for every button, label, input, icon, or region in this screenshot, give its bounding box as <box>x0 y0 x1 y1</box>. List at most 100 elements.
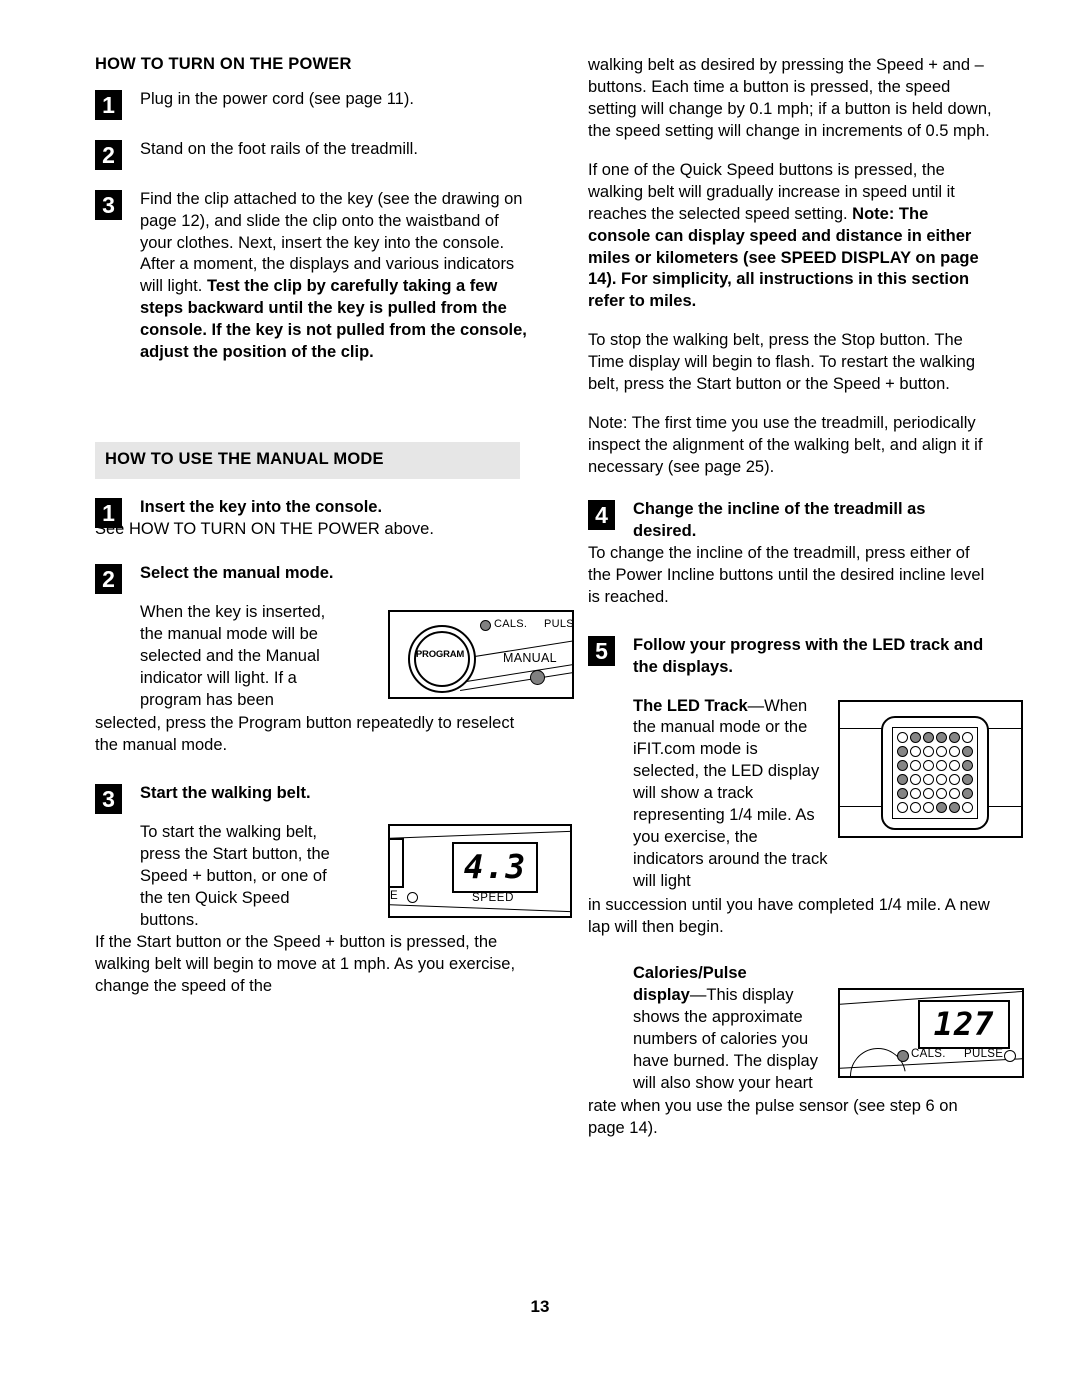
speed-console-edge-top <box>390 830 570 840</box>
step-5-progress: 5 Follow your progress with the LED trac… <box>588 635 993 679</box>
led-track-dash: —When <box>747 696 808 715</box>
step-3-manual-body-wrap: To start the walking belt, press the Sta… <box>140 823 330 930</box>
step-1-power: 1 Plug in the power cord (see page 11). <box>95 89 527 120</box>
led-indicator <box>910 732 921 743</box>
led-track-plate <box>881 715 989 830</box>
speed-display-window: 4.3 <box>452 842 538 894</box>
step-number-badge: 4 <box>588 499 615 530</box>
led-track-grid <box>892 726 978 819</box>
led-indicator <box>962 802 973 813</box>
right-para-2: If one of the Quick Speed buttons is pre… <box>588 160 993 314</box>
led-indicator <box>923 732 934 743</box>
step-number-badge: 5 <box>588 635 615 666</box>
led-indicator <box>923 760 934 771</box>
step-2-manual: 2 Select the manual mode. <box>95 563 527 594</box>
step-2-power: 2 Stand on the foot rails of the treadmi… <box>95 139 527 170</box>
led-indicator <box>962 746 973 757</box>
led-indicator <box>936 802 947 813</box>
step-1-manual: 1 Insert the key into the console. <box>95 497 527 528</box>
led-indicator <box>949 788 960 799</box>
led-indicator <box>923 774 934 785</box>
led-indicator <box>936 746 947 757</box>
led-indicator <box>897 802 908 813</box>
led-indicator <box>936 788 947 799</box>
speed-console-edge-label: E <box>390 890 398 903</box>
program-knob-icon[interactable]: PROGRAM <box>408 624 476 693</box>
program-knob-label: PROGRAM <box>415 648 465 660</box>
calories-paragraph-full: rate when you use the pulse sensor (see … <box>588 1097 958 1138</box>
step-1-text: Plug in the power cord (see page 11). <box>140 89 414 108</box>
led-indicator <box>949 732 960 743</box>
led-indicator <box>936 760 947 771</box>
step-1-manual-body: See HOW TO TURN ON THE POWER above. <box>95 519 434 538</box>
calories-block: Calories/Pulse display—This display shows… <box>633 963 1024 1095</box>
step-3-power: 3 Find the clip attached to the key (see… <box>95 189 527 365</box>
step-4-title: Change the incline of the treadmill as d… <box>633 499 926 540</box>
calories-lead-bold-2: display <box>633 985 690 1004</box>
led-indicator <box>936 732 947 743</box>
step-3-manual-body-full: If the Start button or the Speed + butto… <box>95 932 516 995</box>
calories-display-window: 127 <box>918 999 1010 1049</box>
right-para-4: Note: The first time you use the treadmi… <box>588 414 983 476</box>
led-indicator <box>923 802 934 813</box>
step-2-text: Stand on the foot rails of the treadmill… <box>140 139 418 158</box>
led-indicator <box>910 760 921 771</box>
led-indicator <box>923 788 934 799</box>
step-4-body: To change the incline of the treadmill, … <box>588 543 985 606</box>
speed-display-figure: E 4.3 SPEED <box>388 824 572 919</box>
document-page: HOW TO TURN ON THE POWER 1 Plug in the p… <box>0 0 1080 1397</box>
led-indicator <box>936 774 947 785</box>
led-indicator <box>910 802 921 813</box>
step-1-manual-title: Insert the key into the console. <box>140 497 383 516</box>
led-track-figure <box>838 699 1023 838</box>
cals-indicator-dot <box>897 1049 909 1062</box>
led-indicator <box>897 746 908 757</box>
section-heading-manual-mode: HOW TO USE THE MANUAL MODE <box>95 442 520 479</box>
calories-wrap-text: shows the approximate numbers of calorie… <box>633 1007 818 1092</box>
step-4-incline: 4 Change the incline of the treadmill as… <box>588 499 993 543</box>
section-heading-power: HOW TO TURN ON THE POWER <box>95 55 352 73</box>
led-indicator <box>897 788 908 799</box>
step-3-manual-figure-block: To start the walking belt, press the Sta… <box>140 822 572 932</box>
step-number-badge: 2 <box>95 139 122 170</box>
step-2-manual-figure-block: When the key is inserted, the manual mod… <box>140 602 574 712</box>
led-track-wrap-text: the manual mode or the iFIT.com mode is … <box>633 718 828 890</box>
program-manual-console-figure: PROGRAM CALS. PULSE MANUAL <box>388 609 574 699</box>
pulse-label: PULSE <box>544 617 574 630</box>
led-indicator <box>897 774 908 785</box>
right-para-3: To stop the walking belt, press the Stop… <box>588 331 976 394</box>
speed-console-partial-box <box>390 838 404 889</box>
speed-label: SPEED <box>472 892 514 905</box>
step-3-text: Find the clip attached to the key (see t… <box>140 189 527 365</box>
manual-label: MANUAL <box>503 650 557 665</box>
led-track-paragraph-full: in succession until you have completed 1… <box>588 895 990 936</box>
led-indicator <box>962 774 973 785</box>
pulse-label: PULSE <box>964 1047 1004 1060</box>
led-track-lead-bold: The LED Track <box>633 696 748 715</box>
calories-lead-bold-1: Calories/Pulse <box>633 963 747 982</box>
cals-label: CALS. <box>494 617 528 630</box>
speed-console-edge-indicator <box>407 892 418 904</box>
step-3-manual-title: Start the walking belt. <box>140 784 311 803</box>
calories-value: 127 <box>933 1004 995 1043</box>
calories-paragraph: Calories/Pulse display—This display shows… <box>633 963 828 1095</box>
led-indicator <box>962 788 973 799</box>
calories-pulse-display-figure: 127 CALS. PULSE <box>838 987 1024 1078</box>
step-number-badge: 1 <box>95 497 122 528</box>
led-indicator <box>949 760 960 771</box>
led-indicator <box>897 760 908 771</box>
pulse-indicator-dot <box>1004 1049 1016 1062</box>
step-2-manual-title: Select the manual mode. <box>140 563 334 582</box>
led-indicator <box>949 802 960 813</box>
led-indicator <box>910 746 921 757</box>
led-track-block: The LED Track—When the manual mode or th… <box>633 696 1023 893</box>
page-number: 13 <box>530 1297 550 1316</box>
led-indicator <box>910 774 921 785</box>
led-indicator <box>962 760 973 771</box>
led-indicator <box>949 774 960 785</box>
step-5-title: Follow your progress with the LED track … <box>633 635 984 676</box>
led-indicator <box>910 788 921 799</box>
speed-value: 4.3 <box>463 847 527 887</box>
cals-indicator-dot <box>480 619 491 631</box>
led-indicator <box>923 746 934 757</box>
